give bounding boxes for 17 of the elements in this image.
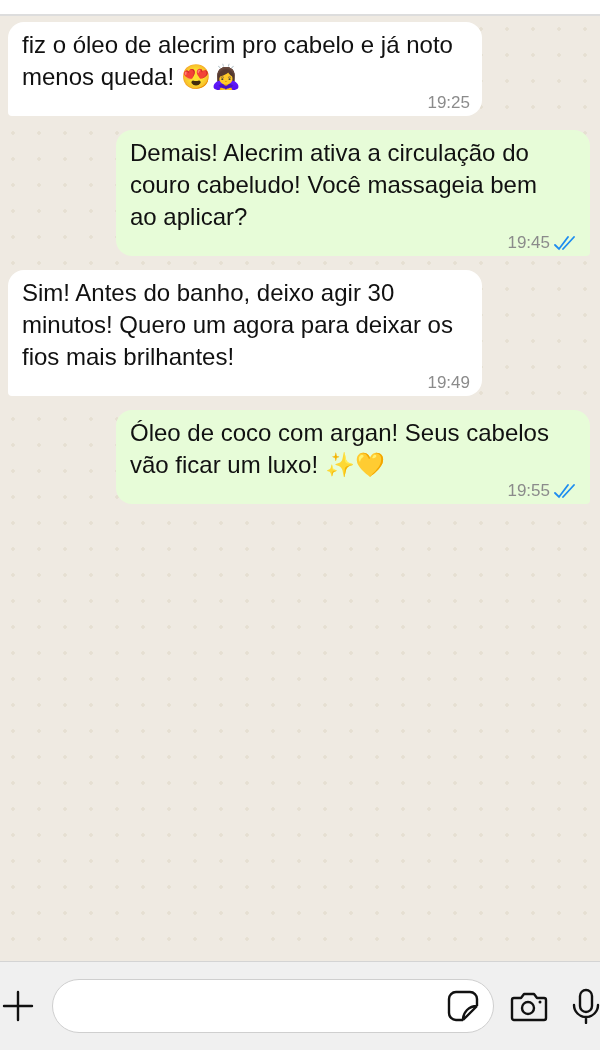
camera-icon	[510, 990, 548, 1022]
add-button[interactable]	[2, 990, 34, 1022]
message-text: Óleo de coco com argan! Seus cabelos vão ficar um luxo! ✨💛	[130, 418, 550, 480]
message-input-field[interactable]	[52, 979, 494, 1033]
message-time: 19:45	[507, 233, 550, 253]
camera-button[interactable]	[510, 990, 548, 1022]
message-text: fiz o óleo de alecrim pro cabelo e já noto menos queda! 😍🙇‍♀	[22, 30, 454, 92]
sticker-icon	[447, 990, 479, 1022]
message-time: 19:55	[507, 481, 550, 501]
message-time: 19:49	[427, 373, 470, 393]
sticker-button[interactable]	[447, 990, 479, 1022]
microphone-icon	[572, 988, 600, 1024]
message-text: Demais! Alecrim ativa a circulação do couro cabeludo! Você massageia bem ao aplicar?	[130, 138, 538, 232]
microphone-button[interactable]	[572, 988, 600, 1024]
message-text: Sim! Antes do banho, deixo agir 30 minutos! Quero um agora para deixar os fios mais brilhantes!	[22, 278, 454, 372]
message-time: 19:25	[427, 93, 470, 113]
plus-icon	[2, 990, 34, 1022]
